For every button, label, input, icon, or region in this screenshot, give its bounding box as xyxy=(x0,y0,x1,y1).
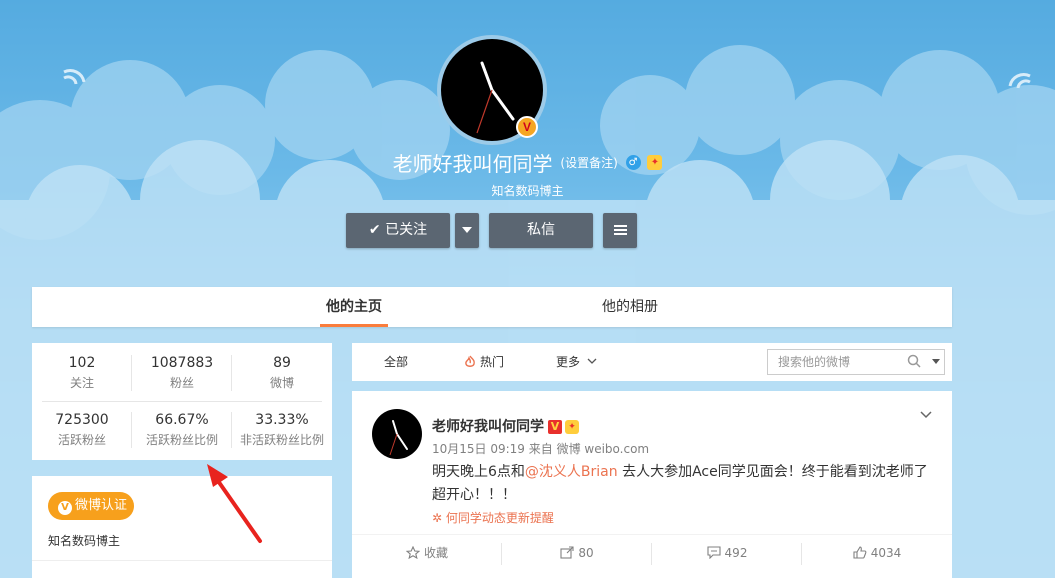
filter-hot[interactable]: 热门 xyxy=(464,343,504,381)
post-text: 明天晚上6点和@沈义人Brian 去人大参加Ace同学见面会！终于能看到沈老师了… xyxy=(432,461,932,507)
thumbs-up-icon xyxy=(853,546,867,559)
more-menu-button[interactable] xyxy=(603,213,637,248)
medal-icon[interactable]: ✦ xyxy=(647,155,663,170)
star-icon xyxy=(405,545,421,560)
stat-label: 活跃粉丝比例 xyxy=(145,433,218,447)
repost-count: 80 xyxy=(578,546,594,560)
stat-value: 89 xyxy=(273,355,291,371)
stat-value: 66.67% xyxy=(155,412,209,428)
stat-value: 33.33% xyxy=(255,412,309,428)
update-remind-link[interactable]: ✲ 何同学动态更新提醒 xyxy=(432,509,554,526)
divider xyxy=(231,412,232,448)
v-icon: V xyxy=(58,501,72,515)
stat-label: 粉丝 xyxy=(169,376,194,390)
verified-v-icon: V xyxy=(516,116,538,138)
profile-name-row: 老师好我叫何同学 (设置备注) ♂ ✦ xyxy=(0,148,1055,177)
comment-count: 492 xyxy=(724,546,748,560)
like-button[interactable]: 4034 xyxy=(802,535,952,571)
check-icon: ✔ xyxy=(368,222,381,238)
remind-label: 何同学动态更新提醒 xyxy=(445,511,554,525)
stat-label: 关注 xyxy=(69,376,94,390)
tab-home[interactable]: 他的主页 xyxy=(320,287,388,327)
divider xyxy=(131,412,132,448)
divider xyxy=(131,355,132,391)
filter-hot-label: 热门 xyxy=(480,355,505,369)
post-author-avatar[interactable] xyxy=(372,409,422,459)
stat-followers[interactable]: 1087883 粉丝 xyxy=(132,355,232,391)
medal-icon[interactable]: ✦ xyxy=(565,420,579,434)
stat-value: 102 xyxy=(68,355,96,371)
post-author-name[interactable]: 老师好我叫何同学 V ✦ xyxy=(432,416,579,436)
male-icon: ♂ xyxy=(625,155,641,170)
feed-filter-bar: 全部 热门 更多 搜索他的微博 xyxy=(352,343,952,381)
tab-album[interactable]: 他的相册 xyxy=(594,287,666,327)
verification-description: 知名数码博主 xyxy=(48,534,121,548)
post-author-label: 老师好我叫何同学 xyxy=(432,419,544,435)
signal-icon-right xyxy=(1008,73,1031,89)
follow-dropdown-button[interactable] xyxy=(455,213,479,248)
search-dropdown-caret-icon[interactable] xyxy=(932,359,940,364)
stat-inactive-ratio: 33.33% 非活跃粉丝比例 xyxy=(232,412,332,448)
filter-more[interactable]: 更多 xyxy=(556,343,597,381)
divider xyxy=(42,401,322,402)
signal-icon-left xyxy=(63,69,86,85)
post-actions: 收藏 80 492 4034 xyxy=(352,534,952,570)
stat-label: 非活跃粉丝比例 xyxy=(239,433,324,447)
post-menu-chevron-icon[interactable] xyxy=(920,411,932,419)
verification-card: V 微博认证 知名数码博主 xyxy=(32,476,332,578)
stat-following[interactable]: 102 关注 xyxy=(32,355,132,391)
profile-bio: 知名数码博主 xyxy=(491,184,564,198)
divider xyxy=(231,355,232,391)
favorite-button[interactable]: 收藏 xyxy=(352,535,502,571)
profile-name: 老师好我叫何同学 xyxy=(392,152,553,176)
remind-icon: ✲ xyxy=(432,511,443,525)
favorite-label: 收藏 xyxy=(423,546,448,560)
verified-v-icon: V xyxy=(548,420,562,434)
caret-down-icon xyxy=(462,227,472,233)
menu-icon xyxy=(613,223,627,237)
chevron-down-icon xyxy=(587,358,597,364)
flame-icon xyxy=(465,355,475,367)
feed-post: 老师好我叫何同学 V ✦ 10月15日 09:19 来自 微博 weibo.com … xyxy=(352,391,952,578)
profile-tab-bar: 他的主页 他的相册 xyxy=(32,287,952,327)
search-icon[interactable] xyxy=(907,354,921,368)
stat-value: 1087883 xyxy=(150,355,214,371)
stat-posts[interactable]: 89 微博 xyxy=(232,355,332,391)
repost-icon xyxy=(560,546,574,559)
mention-link[interactable]: @沈义人Brian xyxy=(525,464,618,480)
post-text-part: 明天晚上6点和 xyxy=(432,464,525,480)
stat-label: 微博 xyxy=(269,376,294,390)
repost-button[interactable]: 80 xyxy=(502,535,652,571)
message-button[interactable]: 私信 xyxy=(489,213,593,248)
stat-value: 725300 xyxy=(55,412,109,428)
filter-all[interactable]: 全部 xyxy=(384,343,408,381)
comment-icon xyxy=(706,546,721,560)
filter-more-label: 更多 xyxy=(556,355,581,369)
post-meta: 10月15日 09:19 来自 微博 weibo.com xyxy=(432,442,650,456)
set-remark-link[interactable]: (设置备注) xyxy=(560,156,617,170)
like-count: 4034 xyxy=(870,546,902,560)
stats-card: 102 关注 1087883 粉丝 89 微博 725300 活跃粉丝 66.6… xyxy=(32,343,332,460)
stat-active-ratio: 66.67% 活跃粉丝比例 xyxy=(132,412,232,448)
divider xyxy=(32,560,332,561)
stat-active-fans: 725300 活跃粉丝 xyxy=(32,412,132,448)
followed-label: 已关注 xyxy=(385,222,428,238)
followed-button[interactable]: ✔ 已关注 xyxy=(346,213,450,248)
verified-badge-label: 微博认证 xyxy=(75,498,128,513)
stat-label: 活跃粉丝 xyxy=(57,433,106,447)
weibo-verified-badge[interactable]: V 微博认证 xyxy=(48,492,134,520)
comment-button[interactable]: 492 xyxy=(652,535,802,571)
